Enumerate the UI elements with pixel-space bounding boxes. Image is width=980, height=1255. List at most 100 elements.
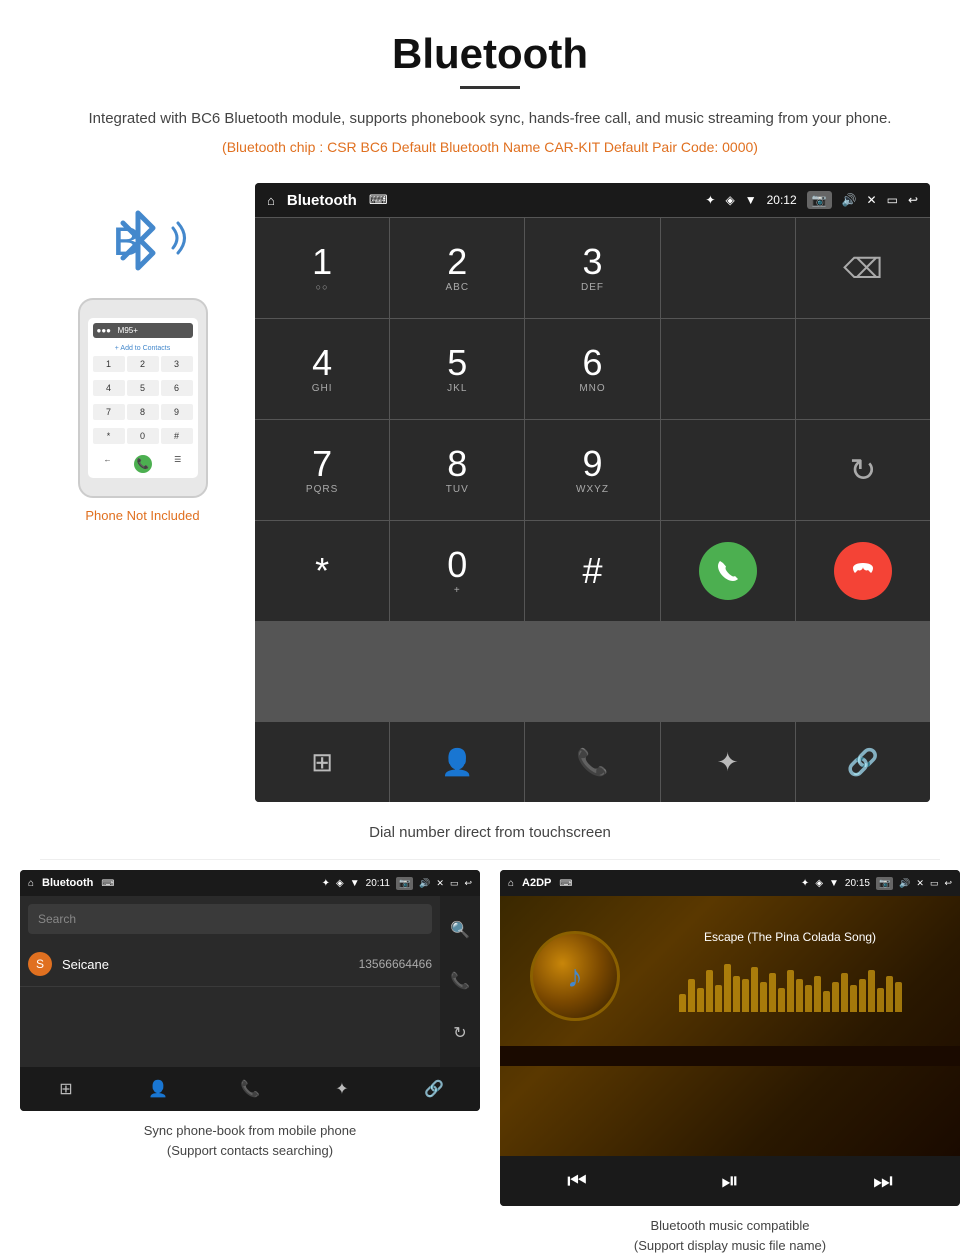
phone-key-hash: # (161, 428, 193, 444)
music-panel: ⌂ A2DP ⌨ ✦ ◈ ▼ 20:15 📷 🔊 ✕ ▭ ↩ (500, 870, 960, 1255)
call-green-button[interactable] (699, 542, 757, 600)
music-back-icon[interactable]: ↩ (944, 878, 952, 889)
phone-key-8: 8 (127, 404, 159, 420)
dial-key-5[interactable]: 5 JKL (390, 319, 524, 419)
pb-volume-icon[interactable]: 🔊 (419, 878, 430, 889)
phonebook-right-icons: 🔍 📞 ↻ (440, 896, 480, 1067)
dial-key-0[interactable]: 0 + (390, 521, 524, 621)
phonebook-screen: ⌂ Bluetooth ⌨ ✦ ◈ ▼ 20:11 📷 🔊 ✕ ▭ ↩ (20, 870, 480, 1111)
music-home-icon[interactable]: ⌂ (508, 878, 514, 889)
nav-apps[interactable]: ⊞ (255, 722, 389, 802)
prev-button[interactable]: ⏮ (567, 1168, 587, 1194)
eq-bar (751, 967, 758, 1012)
dial-backspace[interactable]: ⌫ (796, 218, 930, 318)
phone-side: ʙ ●●● M95+ + Add to Contacts 1 2 3 (50, 183, 235, 802)
pb-search-icon[interactable]: 🔍 (450, 920, 470, 940)
music-volume-icon[interactable]: 🔊 (899, 878, 910, 889)
phone-keypad: 1 2 3 4 5 6 7 8 9 * 0 # (93, 356, 193, 450)
home-icon[interactable]: ⌂ (267, 193, 275, 208)
music-window-icon[interactable]: ▭ (930, 878, 939, 889)
phonebook-search[interactable]: Search (28, 904, 432, 934)
bt-status-icon: ✦ (705, 193, 715, 207)
pb-title: Bluetooth (42, 877, 93, 889)
pb-nav-phone[interactable]: 📞 (204, 1067, 296, 1111)
music-bt-icon: ✦ (801, 878, 809, 889)
phone-key-3: 3 (161, 356, 193, 372)
dial-key-1[interactable]: 1 ○○ (255, 218, 389, 318)
phonebook-space (20, 987, 440, 1067)
location-icon: ◈ (725, 193, 734, 207)
dial-key-6[interactable]: 6 MNO (525, 319, 659, 419)
eq-bar (877, 988, 884, 1012)
music-time: 20:15 (845, 878, 870, 889)
music-camera-icon[interactable]: 📷 (876, 877, 893, 890)
statusbar-title: Bluetooth (287, 192, 357, 209)
phone-image: ●●● M95+ + Add to Contacts 1 2 3 4 5 6 7… (78, 298, 208, 498)
nav-phone[interactable]: 📞 (525, 722, 659, 802)
phone-call-icon (714, 557, 742, 585)
dial-key-3[interactable]: 3 DEF (525, 218, 659, 318)
eq-bar (832, 982, 839, 1012)
phone-key-6: 6 (161, 380, 193, 396)
dial-key-hash[interactable]: # (525, 521, 659, 621)
music-close-icon[interactable]: ✕ (916, 878, 924, 889)
pb-call-icon[interactable]: 📞 (450, 971, 470, 991)
eq-bar (679, 994, 686, 1012)
pb-window-icon[interactable]: ▭ (450, 878, 459, 889)
title-underline (460, 86, 520, 89)
phonebook-body: Search S Seicane 13566664466 🔍 📞 ↻ (20, 896, 480, 1067)
contact-avatar: S (28, 952, 52, 976)
close-icon[interactable]: ✕ (867, 193, 877, 207)
dial-key-8[interactable]: 8 TUV (390, 420, 524, 520)
dial-key-4[interactable]: 4 GHI (255, 319, 389, 419)
eq-bar (868, 970, 875, 1012)
pb-bt-icon: ✦ (322, 878, 330, 889)
pb-close-icon[interactable]: ✕ (436, 878, 444, 889)
phone-key-9: 9 (161, 404, 193, 420)
phone-back-key: ← (104, 455, 112, 473)
eq-bar (787, 970, 794, 1012)
dial-call-red-cell[interactable] (796, 521, 930, 621)
phone-screen-bar: ●●● M95+ (93, 323, 193, 338)
pb-refresh-icon[interactable]: ↻ (453, 1023, 466, 1043)
music-screen: ⌂ A2DP ⌨ ✦ ◈ ▼ 20:15 📷 🔊 ✕ ▭ ↩ (500, 870, 960, 1206)
phone-menu-key: ☰ (174, 455, 181, 473)
eq-bar (715, 985, 722, 1012)
back-icon[interactable]: ↩ (908, 193, 918, 207)
dial-redial[interactable]: ↻ (796, 420, 930, 520)
music-title: A2DP (522, 877, 551, 889)
phone-bottom-bar: ← 📞 ☰ (93, 455, 193, 473)
pb-nav-apps[interactable]: ⊞ (20, 1067, 112, 1111)
contact-row[interactable]: S Seicane 13566664466 (20, 942, 440, 987)
window-icon[interactable]: ▭ (887, 193, 898, 207)
signal-waves-svg (143, 213, 193, 263)
nav-bluetooth[interactable]: ✦ (661, 722, 795, 802)
nav-contacts[interactable]: 👤 (390, 722, 524, 802)
eq-bar (778, 988, 785, 1012)
eq-bar (886, 976, 893, 1012)
dialpad: 1 ○○ 2 ABC 3 DEF ⌫ 4 GHI 5 JKL (255, 217, 930, 722)
dial-key-9[interactable]: 9 WXYZ (525, 420, 659, 520)
dial-key-star[interactable]: * (255, 521, 389, 621)
eq-bar (859, 979, 866, 1012)
pb-nav-bt[interactable]: ✦ (296, 1067, 388, 1111)
dial-call-green-cell[interactable] (661, 521, 795, 621)
nav-link[interactable]: 🔗 (796, 722, 930, 802)
camera-icon[interactable]: 📷 (807, 191, 832, 209)
music-bt-symbol: ♪ (567, 958, 583, 995)
pb-home-icon[interactable]: ⌂ (28, 878, 34, 889)
volume-icon[interactable]: 🔊 (842, 193, 857, 207)
dial-key-7[interactable]: 7 PQRS (255, 420, 389, 520)
play-pause-button[interactable]: ⏯ (721, 1168, 739, 1194)
music-statusbar: ⌂ A2DP ⌨ ✦ ◈ ▼ 20:15 📷 🔊 ✕ ▭ ↩ (500, 870, 960, 896)
pb-nav-contacts[interactable]: 👤 (112, 1067, 204, 1111)
phone-key-4: 4 (93, 380, 125, 396)
search-placeholder: Search (38, 912, 76, 926)
next-button[interactable]: ⏭ (873, 1168, 893, 1194)
pb-camera-icon[interactable]: 📷 (396, 877, 413, 890)
pb-nav-link[interactable]: 🔗 (388, 1067, 480, 1111)
end-call-button[interactable] (834, 542, 892, 600)
pb-back-icon[interactable]: ↩ (464, 878, 472, 889)
dial-key-2[interactable]: 2 ABC (390, 218, 524, 318)
eq-bar (697, 988, 704, 1012)
